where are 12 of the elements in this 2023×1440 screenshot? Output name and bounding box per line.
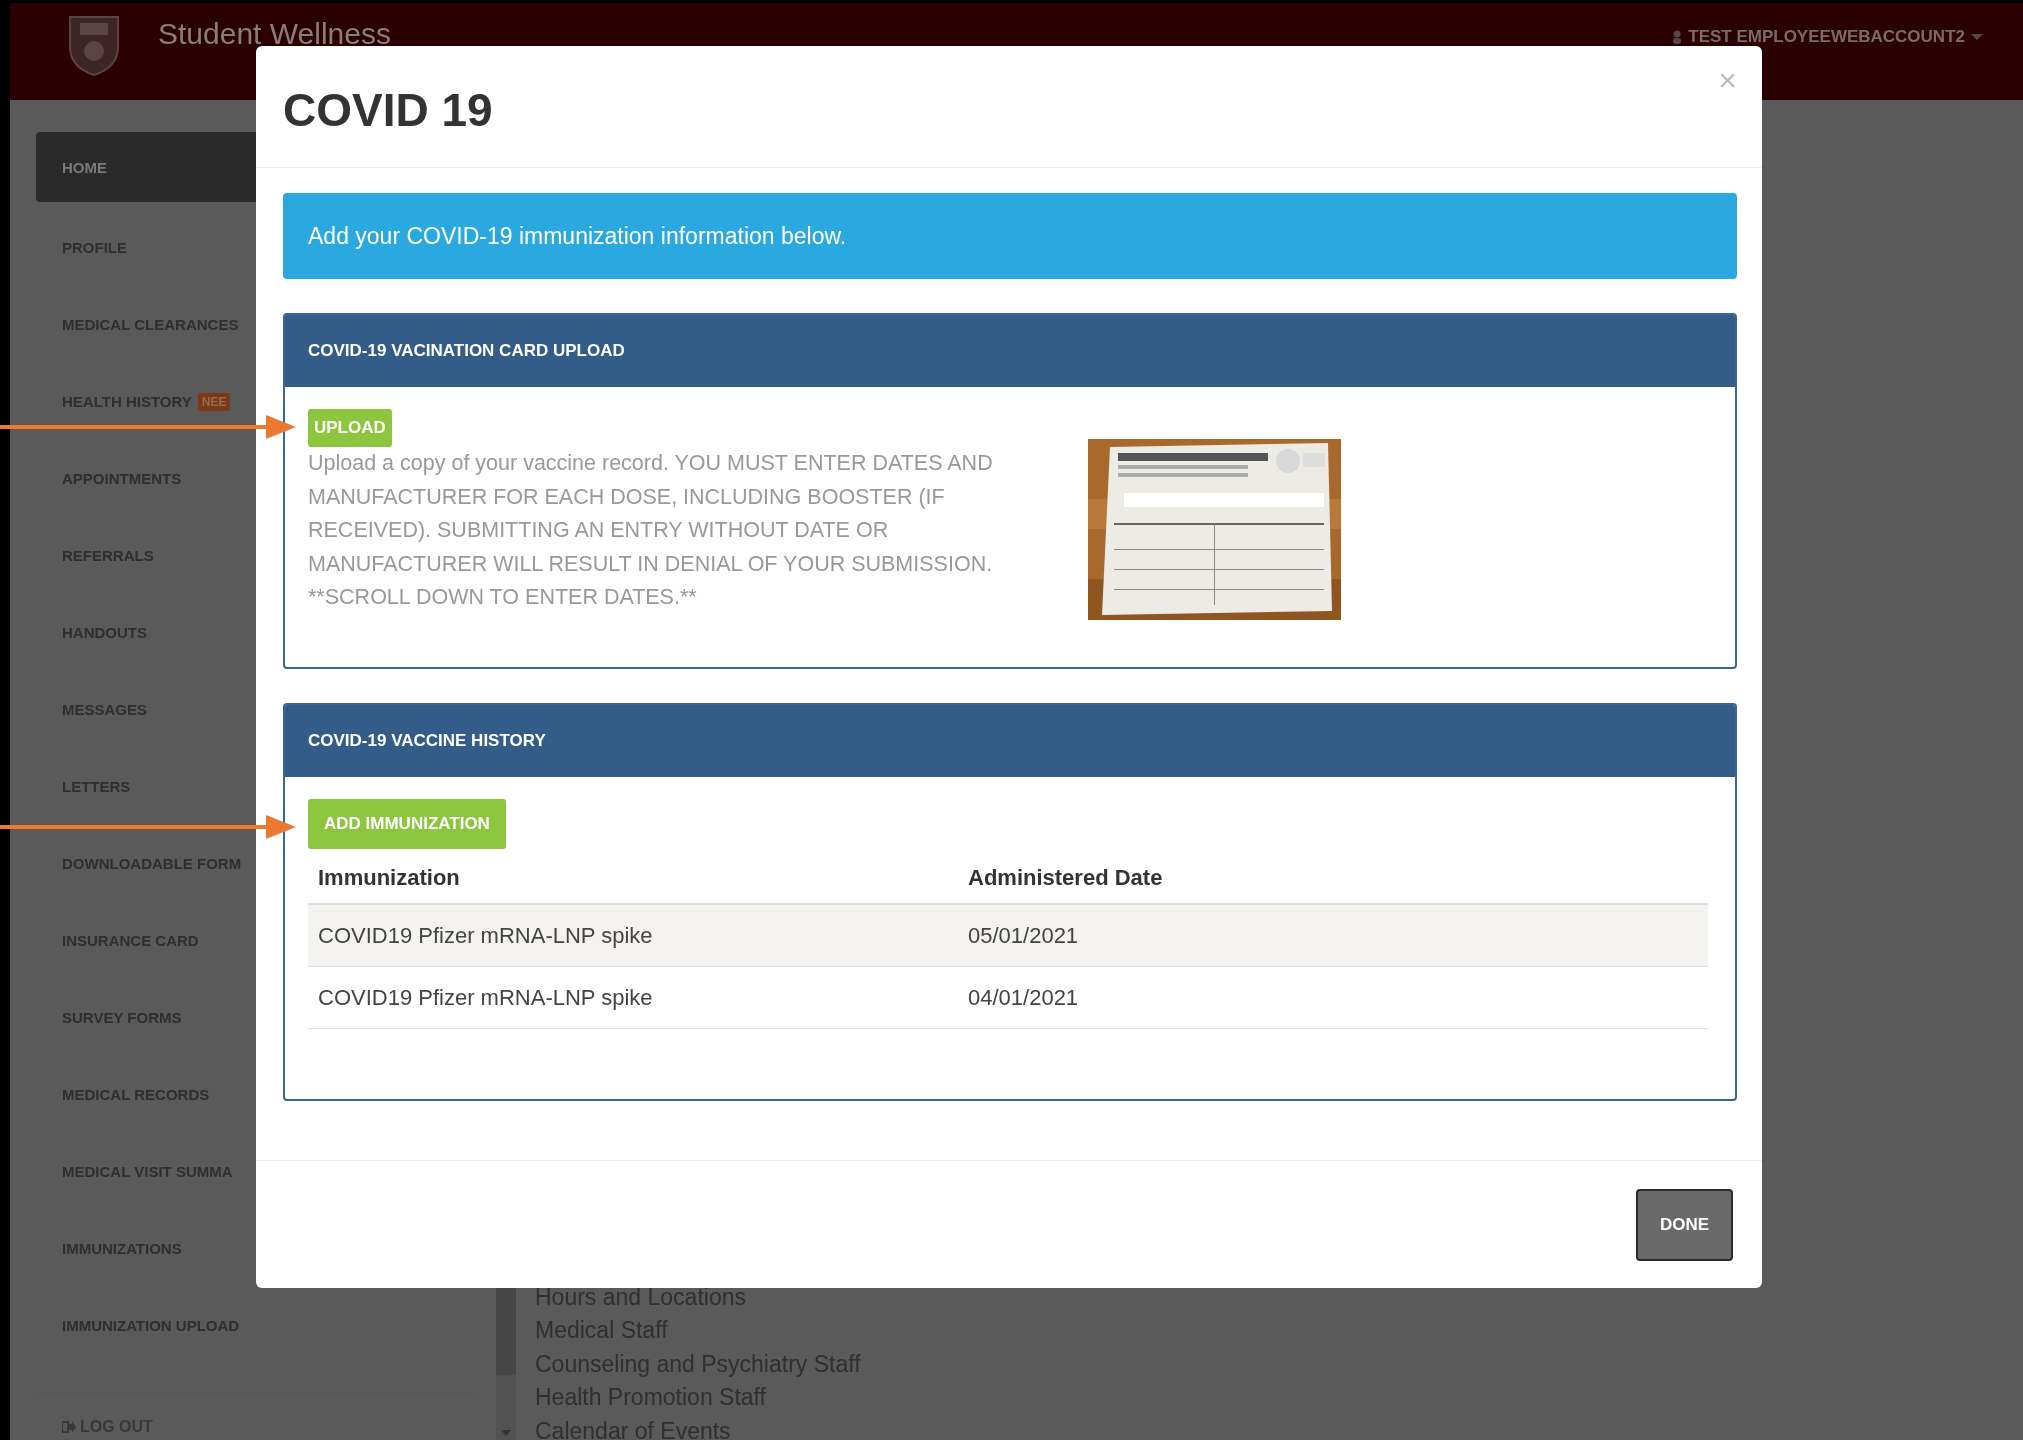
table-cell-text: COVID19 Pfizer mRNA-LNP spike (317, 922, 654, 949)
status-badge: NEE (197, 392, 231, 411)
panel-header: COVID-19 VACCINE HISTORY (285, 705, 1735, 777)
brand-name: Student Wellness (158, 17, 391, 51)
table-cell-text: 05/01/2021 (967, 922, 1080, 949)
info-alert: Add your COVID-19 immunization information below. (283, 193, 1737, 279)
upload-instructions: Upload a copy of your vaccine record. YOU MUST ENTER DATES AND MANUFACTURER FOR EACH DOSE, INCLUDING BOOSTER (IF RECEIVED). SUBMITTING AN ENTRY WITHOUT DATE OR MANUFACTURER WILL RESULT IN DENIAL OF YOUR SUBMISSION. **SCROLL DOWN TO ENTER DATES.** (308, 450, 994, 611)
column-header: Administered Date (967, 865, 1164, 891)
column-header: Immunization (317, 865, 461, 891)
table-cell-text: COVID19 Pfizer mRNA-LNP spike (317, 984, 654, 1011)
table-cell-text: 04/01/2021 (967, 984, 1080, 1011)
panel-header: COVID-19 VACINATION CARD UPLOAD (285, 315, 1735, 387)
